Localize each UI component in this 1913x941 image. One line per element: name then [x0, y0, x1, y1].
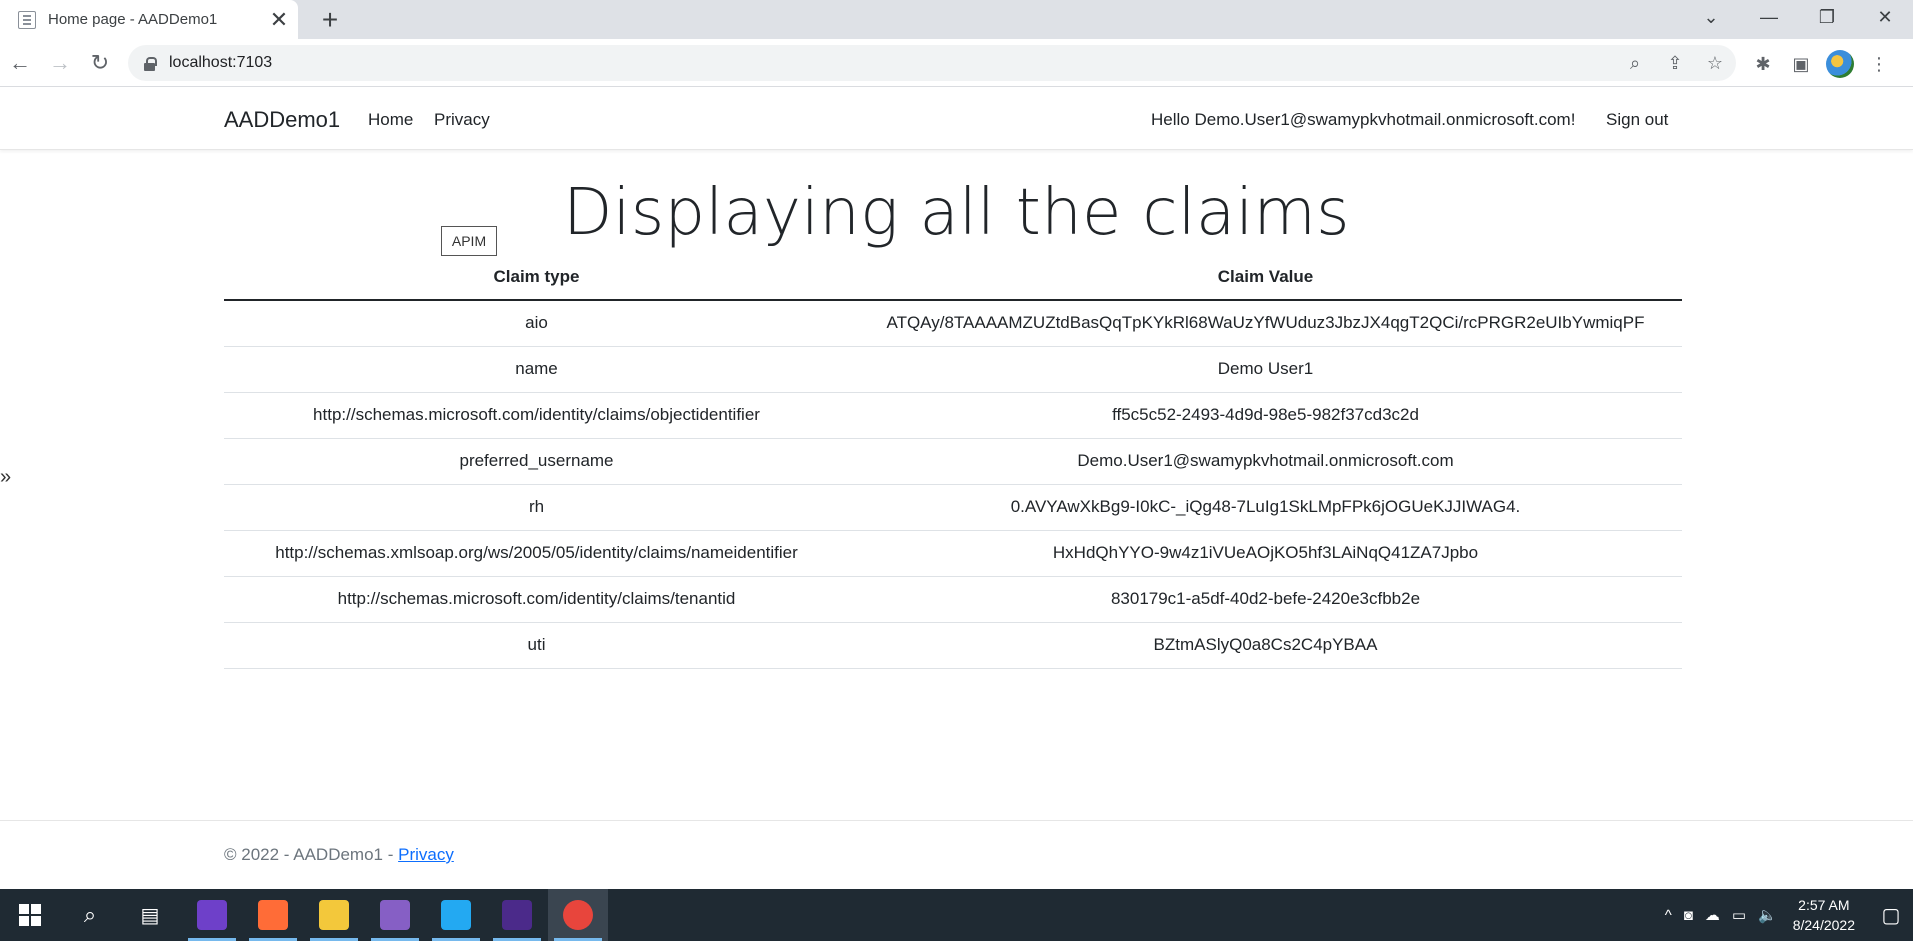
table-row: uti BZtmASlyQ0a8Cs2C4pYBAA	[224, 622, 1682, 669]
column-header-claim-type: Claim type	[224, 254, 849, 301]
site-brand[interactable]: AADDemo1	[224, 107, 340, 133]
taskbar-app-terminal[interactable]	[487, 889, 547, 941]
claim-type-cell: http://schemas.microsoft.com/identity/cl…	[224, 576, 849, 623]
postman-icon	[258, 900, 288, 930]
claim-type-cell: rh	[224, 484, 849, 531]
start-button[interactable]	[0, 889, 60, 941]
chrome-icon	[563, 900, 593, 930]
bookmark-star-icon[interactable]: ☆	[1702, 50, 1728, 76]
taskbar-app-visual-studio[interactable]	[365, 889, 425, 941]
claim-value-cell: BZtmASlyQ0a8Cs2C4pYBAA	[849, 622, 1682, 669]
lock-icon[interactable]	[144, 56, 157, 71]
column-header-claim-value: Claim Value	[849, 254, 1682, 301]
github-desktop-icon	[197, 900, 227, 930]
claim-value-cell: HxHdQhYYO-9w4z1iVUeAOjKO5hf3LAiNqQ41ZA7J…	[849, 530, 1682, 577]
page-favicon-icon	[18, 10, 36, 29]
browser-tab[interactable]: Home page - AADDemo1 ✕	[0, 0, 298, 39]
claim-value-cell: ATQAy/8TAAAAMZUZtdBasQqTpKYkRl68WaUzYfWU…	[849, 300, 1682, 347]
taskbar-app-postman[interactable]	[243, 889, 303, 941]
nav-privacy-link[interactable]: Privacy	[434, 110, 490, 130]
meet-now-icon[interactable]: ◙	[1684, 907, 1693, 924]
browser-toolbar: ← → ↻ localhost:7103 ⌕ ⇪ ☆ ✱ ▣ ⋮	[0, 39, 1913, 87]
clock-time: 2:57 AM	[1798, 897, 1850, 913]
web-page: AADDemo1 Home Privacy Hello Demo.User1@s…	[0, 88, 1913, 889]
menu-kebab-icon[interactable]: ⋮	[1866, 51, 1892, 77]
footer-copyright: © 2022 - AADDemo1 -	[224, 845, 399, 864]
claim-type-cell: aio	[224, 300, 849, 347]
network-icon[interactable]: ▭	[1732, 906, 1746, 924]
zoom-icon[interactable]: ⌕	[1622, 50, 1648, 76]
taskbar-app-vscode[interactable]	[426, 889, 486, 941]
table-row: preferred_username Demo.User1@swamypkvho…	[224, 438, 1682, 485]
browser-tabstrip: Home page - AADDemo1 ✕ + ⌄ — ❐ ✕	[0, 0, 1913, 39]
tab-search-icon[interactable]: ⌄	[1683, 0, 1739, 34]
claim-type-cell: preferred_username	[224, 438, 849, 485]
reload-icon[interactable]: ↻	[82, 45, 118, 81]
search-icon[interactable]: ⌕	[60, 889, 120, 941]
footer-privacy-link[interactable]: Privacy	[398, 845, 454, 864]
tab-close-icon[interactable]: ✕	[264, 5, 294, 35]
tab-title: Home page - AADDemo1	[48, 11, 218, 28]
notifications-icon[interactable]: ▢	[1869, 889, 1913, 941]
claim-type-cell: name	[224, 346, 849, 393]
share-icon[interactable]: ⇪	[1662, 50, 1688, 76]
nav-home-link[interactable]: Home	[368, 110, 413, 130]
sidebar-toggle-icon[interactable]: »	[0, 466, 11, 489]
table-row: http://schemas.microsoft.com/identity/cl…	[224, 576, 1682, 623]
apim-button[interactable]: APIM	[441, 226, 497, 256]
claim-type-cell: http://schemas.microsoft.com/identity/cl…	[224, 392, 849, 439]
url-text[interactable]: localhost:7103	[169, 54, 272, 72]
taskbar-app-chrome[interactable]	[548, 889, 608, 941]
claim-value-cell: 0.AVYAwXkBg9-I0kC-_iQg48-7LuIg1SkLMpFPk6…	[849, 484, 1682, 531]
user-greeting: Hello Demo.User1@swamypkvhotmail.onmicro…	[1151, 110, 1576, 129]
side-panel-icon[interactable]: ▣	[1788, 51, 1814, 77]
claim-value-cell: ff5c5c52-2493-4d9d-98e5-982f37cd3c2d	[849, 392, 1682, 439]
system-tray: ^ ◙ ☁ ▭ 🔈 2:57 AM 8/24/2022 ▢	[1659, 889, 1913, 941]
volume-icon[interactable]: 🔈	[1758, 906, 1777, 924]
claim-value-cell: 830179c1-a5df-40d2-befe-2420e3cfbb2e	[849, 576, 1682, 623]
new-tab-button[interactable]: +	[313, 3, 347, 37]
taskbar-app-github[interactable]	[182, 889, 242, 941]
forward-icon[interactable]: →	[42, 45, 78, 81]
table-row: http://schemas.microsoft.com/identity/cl…	[224, 392, 1682, 439]
extensions-icon[interactable]: ✱	[1750, 51, 1776, 77]
page-title: Displaying all the claims	[563, 176, 1350, 250]
system-clock[interactable]: 2:57 AM 8/24/2022	[1793, 895, 1855, 935]
task-view-icon[interactable]: ▤	[120, 889, 180, 941]
table-row: rh 0.AVYAwXkBg9-I0kC-_iQg48-7LuIg1SkLMpF…	[224, 484, 1682, 531]
tray-overflow-chevron-icon[interactable]: ^	[1665, 907, 1672, 924]
onedrive-icon[interactable]: ☁	[1705, 906, 1720, 924]
table-row: name Demo User1	[224, 346, 1682, 393]
minimize-button[interactable]: —	[1741, 0, 1797, 34]
back-icon[interactable]: ←	[2, 45, 38, 81]
site-navbar: AADDemo1 Home Privacy Hello Demo.User1@s…	[0, 88, 1913, 150]
profile-avatar[interactable]	[1826, 50, 1854, 78]
terminal-icon	[502, 900, 532, 930]
address-bar[interactable]: localhost:7103 ⌕ ⇪ ☆	[128, 45, 1736, 81]
window-close-button[interactable]: ✕	[1857, 0, 1913, 34]
claim-type-cell: uti	[224, 622, 849, 669]
footer-text: © 2022 - AADDemo1 - Privacy	[224, 845, 454, 865]
site-footer: © 2022 - AADDemo1 - Privacy	[0, 820, 1913, 889]
windows-taskbar: ⌕ ▤ ^ ◙ ☁ ▭ 🔈 2:57 AM 8/24/2022 ▢	[0, 889, 1913, 941]
file-explorer-icon	[319, 900, 349, 930]
windows-logo-icon	[19, 904, 41, 926]
claim-value-cell: Demo User1	[849, 346, 1682, 393]
taskbar-app-explorer[interactable]	[304, 889, 364, 941]
visual-studio-icon	[380, 900, 410, 930]
claim-type-cell: http://schemas.xmlsoap.org/ws/2005/05/id…	[224, 530, 849, 577]
table-row: aio ATQAy/8TAAAAMZUZtdBasQqTpKYkRl68WaUz…	[224, 300, 1682, 347]
claims-table: Claim type Claim Value aio ATQAy/8TAAAAM…	[224, 254, 1682, 669]
table-header-row: Claim type Claim Value	[224, 254, 1682, 301]
clock-date: 8/24/2022	[1792, 917, 1855, 933]
claim-value-cell: Demo.User1@swamypkvhotmail.onmicrosoft.c…	[849, 438, 1682, 485]
vscode-icon	[441, 900, 471, 930]
table-row: http://schemas.xmlsoap.org/ws/2005/05/id…	[224, 530, 1682, 577]
restore-button[interactable]: ❐	[1799, 0, 1855, 34]
sign-out-link[interactable]: Sign out	[1606, 110, 1668, 130]
